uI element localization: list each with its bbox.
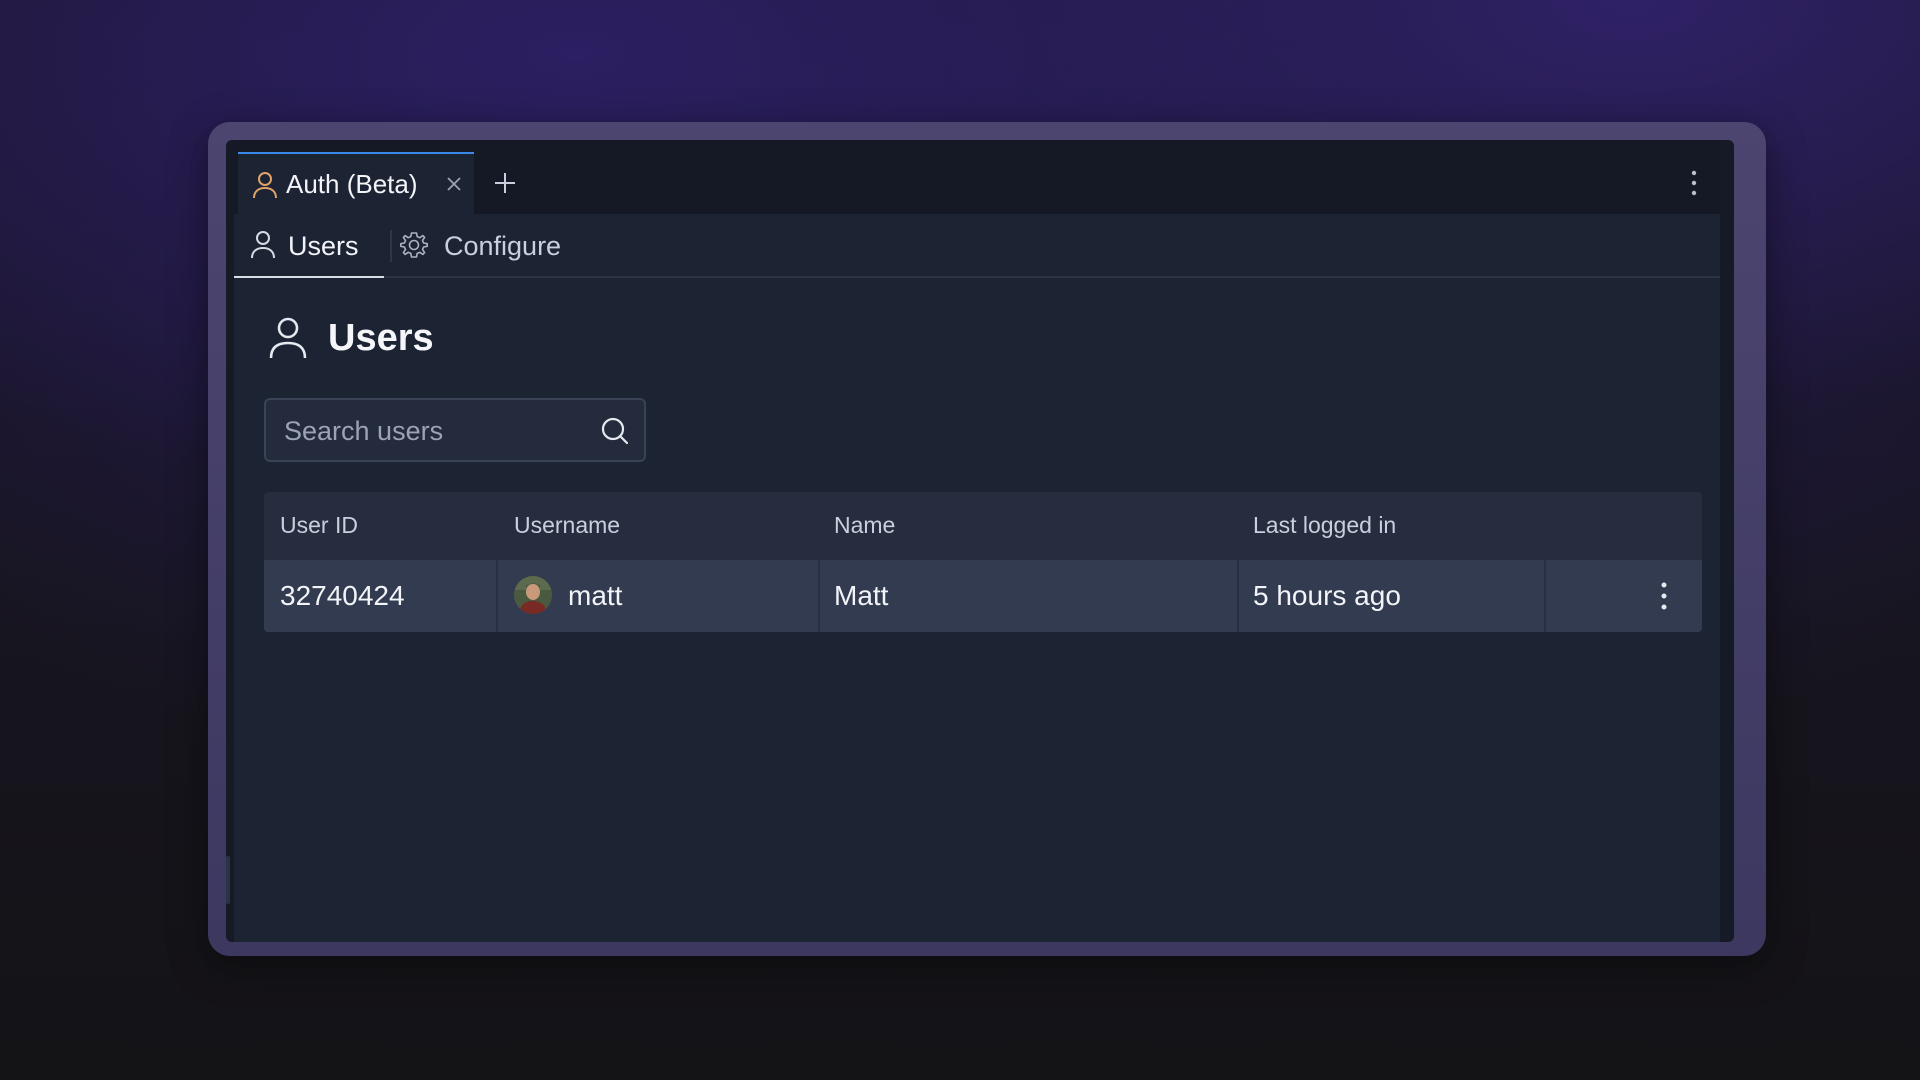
resize-handle[interactable] bbox=[226, 856, 230, 904]
plus-icon[interactable] bbox=[492, 170, 518, 196]
tab-divider bbox=[390, 230, 392, 262]
close-icon[interactable] bbox=[444, 174, 464, 194]
column-header-user-id[interactable]: User ID bbox=[280, 510, 358, 540]
cell-name: Matt bbox=[834, 580, 889, 611]
page-title: Users bbox=[328, 317, 434, 359]
user-icon bbox=[253, 172, 277, 199]
column-header-last-logged-in[interactable]: Last logged in bbox=[1253, 510, 1396, 540]
cell-divider bbox=[496, 560, 498, 632]
app-window: Auth (Beta) Users Configure Users Search… bbox=[226, 140, 1734, 942]
user-icon bbox=[251, 231, 275, 259]
tab-configure[interactable]: Configure bbox=[398, 214, 588, 278]
search-input[interactable] bbox=[282, 400, 586, 462]
cell-last-logged-in: 5 hours ago bbox=[1253, 580, 1401, 611]
cell-user-id: 32740424 bbox=[280, 580, 405, 611]
search-icon[interactable] bbox=[600, 416, 630, 446]
tab-users[interactable]: Users bbox=[234, 214, 384, 278]
table-row[interactable]: 32740424 matt Matt 5 hours ago bbox=[264, 560, 1702, 632]
cell-username: matt bbox=[568, 580, 623, 611]
kebab-menu-icon[interactable] bbox=[1656, 580, 1672, 612]
right-gutter bbox=[1720, 140, 1734, 942]
table-header: User ID Username Name Last logged in bbox=[264, 492, 1702, 560]
cell-divider bbox=[818, 560, 820, 632]
search-box bbox=[264, 398, 646, 462]
kebab-menu-icon[interactable] bbox=[1686, 168, 1702, 198]
tab-users-label: Users bbox=[288, 231, 359, 261]
left-gutter bbox=[226, 140, 234, 942]
column-header-name[interactable]: Name bbox=[834, 510, 895, 540]
gear-icon bbox=[400, 232, 428, 258]
tab-label: Auth (Beta) bbox=[286, 169, 418, 199]
cell-divider bbox=[1544, 560, 1546, 632]
avatar bbox=[514, 576, 552, 614]
tab-auth-beta[interactable]: Auth (Beta) bbox=[238, 152, 474, 214]
cell-divider bbox=[1237, 560, 1239, 632]
users-table: User ID Username Name Last logged in 327… bbox=[264, 492, 1702, 632]
tab-configure-label: Configure bbox=[444, 231, 562, 261]
user-icon bbox=[269, 317, 307, 359]
column-header-username[interactable]: Username bbox=[514, 510, 620, 540]
sub-tab-bar: Users Configure bbox=[234, 214, 1720, 278]
tab-bar: Auth (Beta) bbox=[234, 140, 1720, 214]
